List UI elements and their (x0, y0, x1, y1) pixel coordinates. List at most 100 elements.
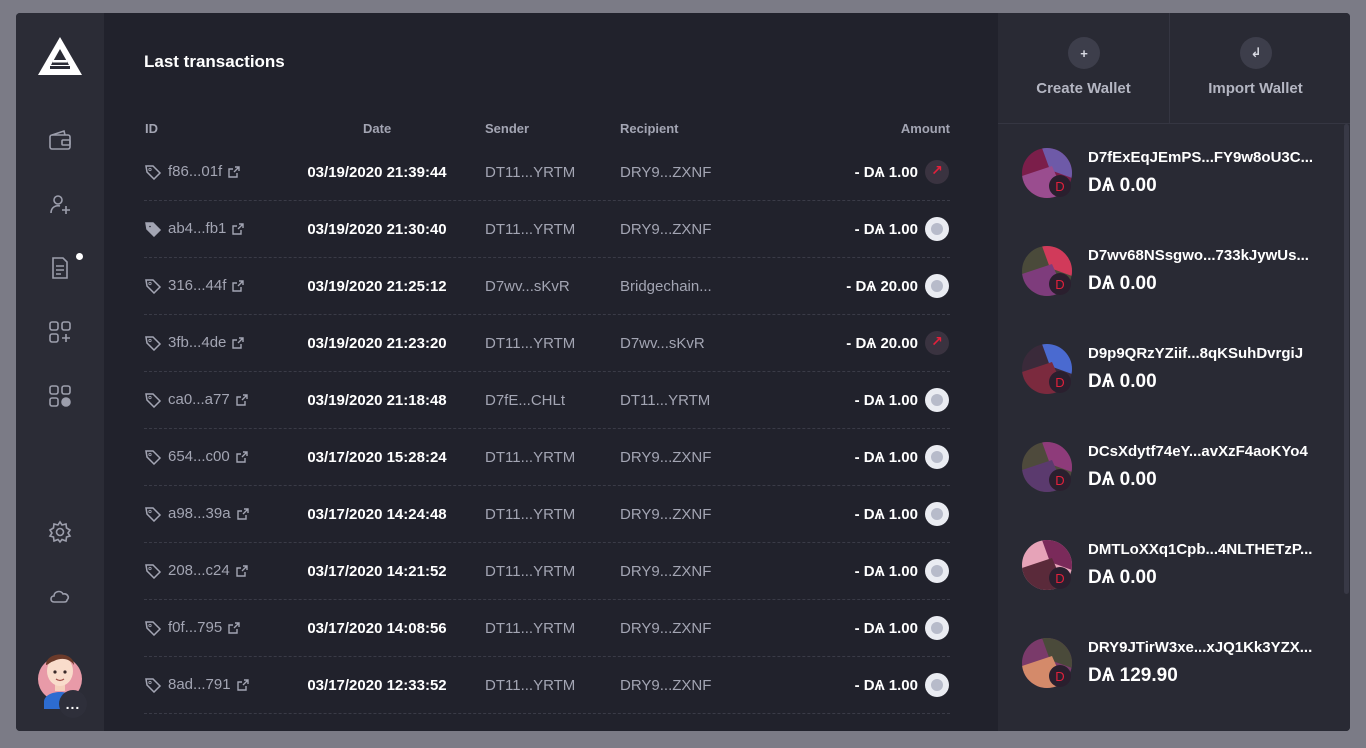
external-link-icon[interactable] (228, 165, 240, 178)
svg-text:D: D (1055, 277, 1064, 292)
tag-icon (145, 449, 162, 465)
sidebar-item-wallets[interactable] (44, 125, 76, 157)
self-transfer-icon (925, 616, 949, 640)
transaction-id-cell[interactable]: 8ad...791 (144, 676, 249, 693)
sidebar-item-contacts[interactable] (44, 188, 76, 220)
column-header-sender[interactable]: Sender (485, 121, 529, 136)
profile-more-button[interactable]: ... (59, 690, 87, 718)
transaction-recipient[interactable]: Bridgechain... (620, 278, 712, 295)
sidebar-item-settings[interactable] (44, 516, 76, 548)
transaction-id-cell[interactable]: f86...01f (144, 163, 240, 180)
external-link-icon[interactable] (236, 564, 248, 577)
transaction-sender[interactable]: DT11...YRTM (485, 449, 575, 466)
main-content: Last transactions ID Date Sender Recipie… (104, 13, 998, 731)
wallet-identicon: D (1022, 442, 1072, 492)
transaction-amount: - DѦ 1.00 (854, 164, 918, 181)
wallet-identicon: D (1022, 540, 1072, 590)
table-row[interactable]: 316...44f 03/19/2020 21:25:12 D7wv...sKv… (144, 258, 950, 315)
external-link-icon[interactable] (236, 450, 248, 463)
wallet-item[interactable]: D DMTLoXXq1Cpb...4NLTHETzP... DѦ 0.00 (998, 516, 1350, 614)
transaction-recipient[interactable]: DRY9...ZXNF (620, 563, 711, 580)
transaction-id-cell[interactable]: ca0...a77 (144, 391, 248, 408)
external-link-icon[interactable] (236, 507, 249, 520)
transaction-sender[interactable]: DT11...YRTM (485, 164, 575, 181)
wallet-item[interactable]: D DRY9JTirW3xe...xJQ1Kk3YZX... DѦ 129.90 (998, 614, 1350, 712)
transaction-id-cell[interactable]: 654...c00 (144, 448, 248, 465)
import-icon: ↲ (1240, 37, 1272, 69)
transaction-sender[interactable]: DT11...YRTM (485, 335, 575, 352)
table-row[interactable]: f86...01f 03/19/2020 21:39:44 DT11...YRT… (144, 144, 950, 201)
plugins-icon (49, 321, 71, 343)
column-header-date[interactable]: Date (363, 121, 391, 136)
transaction-recipient[interactable]: DRY9...ZXNF (620, 449, 711, 466)
transaction-sender[interactable]: DT11...YRTM (485, 677, 575, 694)
import-wallet-button[interactable]: ↲ Import Wallet (1170, 13, 1341, 123)
external-link-icon[interactable] (232, 222, 245, 235)
transaction-id-cell[interactable]: f0f...795 (144, 619, 240, 636)
transaction-date: 03/17/2020 14:21:52 (307, 563, 447, 580)
table-row[interactable]: 654...c00 03/17/2020 15:28:24 DT11...YRT… (144, 429, 950, 486)
wallet-identicon: D (1022, 638, 1072, 688)
table-row[interactable]: a98...39a 03/17/2020 14:24:48 DT11...YRT… (144, 486, 950, 543)
table-row[interactable]: f0f...795 03/17/2020 14:08:56 DT11...YRT… (144, 600, 950, 657)
wallet-name: DRY9JTirW3xe...xJQ1Kk3YZX... (1088, 639, 1313, 656)
sidebar-item-network[interactable] (44, 580, 76, 612)
transaction-sender[interactable]: DT11...YRTM (485, 506, 575, 523)
sidebar-item-transactions[interactable] (44, 252, 76, 284)
table-row[interactable]: 8ad...791 03/17/2020 12:33:52 DT11...YRT… (144, 657, 950, 714)
table-row[interactable]: 3fb...4de 03/19/2020 21:23:20 DT11...YRT… (144, 315, 950, 372)
transaction-recipient[interactable]: DRY9...ZXNF (620, 221, 711, 238)
wallet-name: DCsXdytf74eY...avXzF4aoKYo4 (1088, 443, 1308, 460)
wallet-list-scrollbar[interactable] (1344, 124, 1349, 594)
external-link-icon[interactable] (236, 678, 249, 691)
transaction-id-cell[interactable]: 208...c24 (144, 562, 248, 579)
transaction-id: f0f...795 (168, 619, 223, 636)
external-link-icon[interactable] (232, 279, 245, 292)
wallet-name: DMTLoXXq1Cpb...4NLTHETzP... (1088, 541, 1313, 558)
wallet-item[interactable]: D D7wv68NSsgwo...733kJywUs... DѦ 0.00 (998, 222, 1350, 320)
transaction-sender[interactable]: DT11...YRTM (485, 620, 575, 637)
column-header-id[interactable]: ID (145, 121, 158, 136)
transaction-recipient[interactable]: D7wv...sKvR (620, 335, 705, 352)
transaction-id-cell[interactable]: ab4...fb1 (144, 220, 245, 237)
tag-icon (145, 506, 162, 522)
transaction-date: 03/17/2020 14:08:56 (307, 620, 447, 637)
external-link-icon[interactable] (236, 393, 248, 406)
transaction-sender[interactable]: DT11...YRTM (485, 563, 575, 580)
ark-logo[interactable] (36, 35, 84, 77)
transaction-amount: - DѦ 1.00 (854, 449, 918, 466)
transaction-id: 3fb...4de (168, 334, 227, 351)
transaction-recipient[interactable]: DT11...YRTM (620, 392, 710, 409)
wallet-item[interactable]: D D9p9QRzYZiif...8qKSuhDvrgiJ DѦ 0.00 (998, 320, 1350, 418)
table-row[interactable]: ab4...fb1 03/19/2020 21:30:40 DT11...YRT… (144, 201, 950, 258)
column-header-amount[interactable]: Amount (901, 121, 950, 136)
transaction-id-cell[interactable]: 3fb...4de (144, 334, 245, 351)
wallet-item[interactable]: D DCsXdytf74eY...avXzF4aoKYo4 DѦ 0.00 (998, 418, 1350, 516)
table-row[interactable]: 208...c24 03/17/2020 14:21:52 DT11...YRT… (144, 543, 950, 600)
create-wallet-button[interactable]: + Create Wallet (998, 13, 1170, 123)
external-link-icon[interactable] (232, 336, 245, 349)
transaction-recipient[interactable]: DRY9...ZXNF (620, 620, 711, 637)
transaction-id: a98...39a (168, 505, 231, 522)
transaction-id-cell[interactable]: a98...39a (144, 505, 249, 522)
sidebar-item-plugins[interactable] (44, 316, 76, 348)
wallet-icon (49, 129, 71, 150)
transaction-recipient[interactable]: DRY9...ZXNF (620, 677, 711, 694)
tag-icon (145, 164, 162, 180)
wallet-item[interactable]: D D7fExEqJEmPS...FY9w8oU3C... DѦ 0.00 (998, 124, 1350, 222)
settings-icon (48, 520, 72, 544)
svg-text:D: D (1055, 669, 1064, 684)
notification-dot (76, 253, 83, 260)
transaction-id-cell[interactable]: 316...44f (144, 277, 245, 294)
transaction-recipient[interactable]: DRY9...ZXNF (620, 506, 711, 523)
transaction-sender[interactable]: DT11...YRTM (485, 221, 575, 238)
svg-text:D: D (1055, 375, 1064, 390)
external-link-icon[interactable] (228, 621, 240, 634)
table-row[interactable]: ca0...a77 03/19/2020 21:18:48 D7fE...CHL… (144, 372, 950, 429)
transaction-sender[interactable]: D7fE...CHLt (485, 392, 565, 409)
column-header-recipient[interactable]: Recipient (620, 121, 679, 136)
transaction-recipient[interactable]: DRY9...ZXNF (620, 164, 711, 181)
sidebar-item-plugin-manager[interactable] (44, 380, 76, 412)
self-transfer-icon (925, 673, 949, 697)
transaction-sender[interactable]: D7wv...sKvR (485, 278, 570, 295)
